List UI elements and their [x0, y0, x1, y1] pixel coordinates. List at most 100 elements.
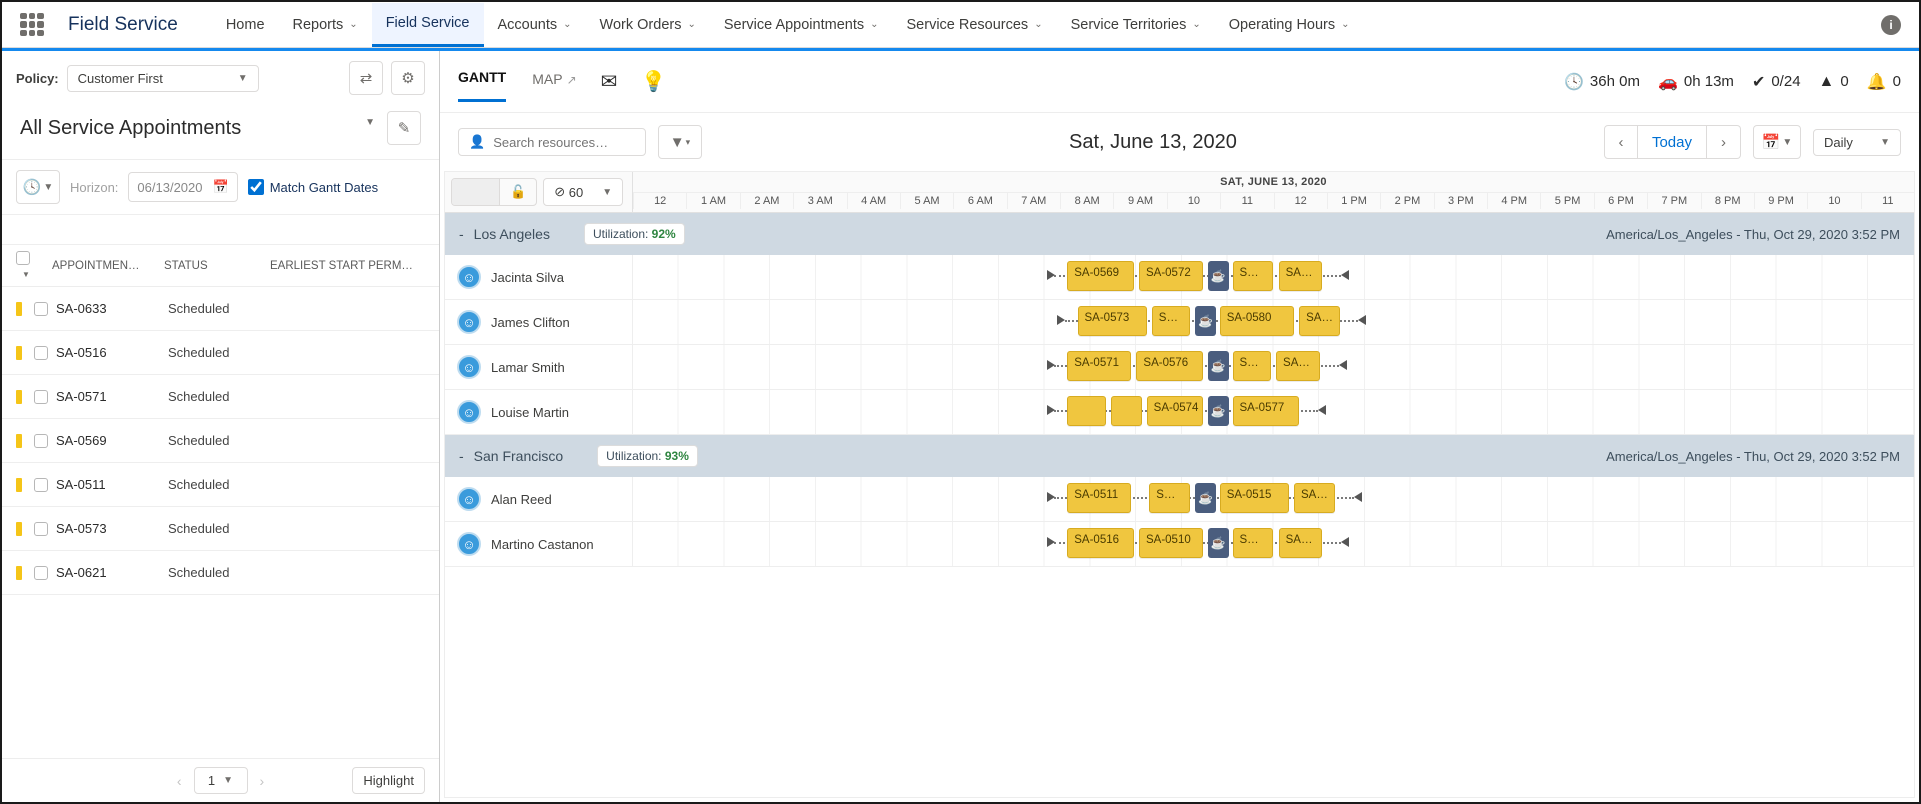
- appointment-block[interactable]: SA-0576: [1136, 351, 1203, 381]
- avatar[interactable]: ☺: [457, 265, 481, 289]
- nav-service-territories[interactable]: Service Territories⌄: [1057, 3, 1215, 47]
- resource-name[interactable]: Martino Castanon: [491, 537, 594, 552]
- col-appointment[interactable]: APPOINTMEN…: [52, 260, 156, 272]
- appointment-block[interactable]: SA…: [1276, 351, 1320, 381]
- nav-service-resources[interactable]: Service Resources⌄: [893, 3, 1057, 47]
- collapse-icon[interactable]: -: [459, 448, 464, 464]
- row-checkbox[interactable]: [34, 346, 48, 360]
- horizon-date-input[interactable]: 06/13/2020 📅: [128, 172, 237, 202]
- appointment-block[interactable]: SA…: [1279, 528, 1323, 558]
- appointment-block[interactable]: SA…: [1294, 483, 1335, 513]
- gear-icon[interactable]: ⚙: [391, 61, 425, 95]
- gantt-lane[interactable]: SA-0573S…SA-0580SA…: [633, 300, 1914, 344]
- table-row[interactable]: SA-0573 Scheduled: [2, 507, 439, 551]
- scale-select[interactable]: Daily▼: [1813, 129, 1901, 156]
- break-block[interactable]: [1208, 261, 1228, 291]
- avatar[interactable]: ☺: [457, 400, 481, 424]
- appointment-block[interactable]: SA…: [1279, 261, 1323, 291]
- date-next[interactable]: ›: [1707, 125, 1741, 159]
- appointment-block[interactable]: S…: [1233, 261, 1274, 291]
- table-row[interactable]: SA-0621 Scheduled: [2, 551, 439, 595]
- appointment-block[interactable]: SA-0577: [1233, 396, 1300, 426]
- gantt-lane[interactable]: SA-0574 SA-0577: [633, 390, 1914, 434]
- appointment-block[interactable]: SA-0511: [1067, 483, 1131, 513]
- avatar[interactable]: ☺: [457, 355, 481, 379]
- appointment-block[interactable]: SA-0574: [1147, 396, 1203, 426]
- row-checkbox[interactable]: [34, 478, 48, 492]
- appointment-block[interactable]: SA-0516: [1067, 528, 1134, 558]
- row-checkbox[interactable]: [34, 302, 48, 316]
- nav-work-orders[interactable]: Work Orders⌄: [586, 3, 710, 47]
- nav-field-service[interactable]: Field Service: [372, 3, 484, 47]
- avatar[interactable]: ☺: [457, 310, 481, 334]
- select-all-checkbox[interactable]: [16, 251, 30, 265]
- nav-reports[interactable]: Reports⌄: [279, 3, 372, 47]
- info-icon[interactable]: i: [1881, 15, 1901, 35]
- avatar[interactable]: ☺: [457, 532, 481, 556]
- match-gantt-checkbox[interactable]: Match Gantt Dates: [248, 179, 378, 195]
- appointment-block[interactable]: SA-0569: [1067, 261, 1134, 291]
- appointment-block[interactable]: [1067, 396, 1105, 426]
- tab-map[interactable]: MAP↗: [532, 63, 576, 101]
- appointment-block[interactable]: S…: [1233, 351, 1271, 381]
- table-row[interactable]: SA-0633 Scheduled: [2, 287, 439, 331]
- today-button[interactable]: Today: [1638, 125, 1707, 159]
- search-resources-input[interactable]: 👤 Search resources…: [458, 128, 646, 156]
- break-block[interactable]: [1208, 396, 1228, 426]
- row-checkbox[interactable]: [34, 434, 48, 448]
- calendar-button[interactable]: 📅 ▼: [1753, 125, 1801, 159]
- listview-chevron-icon[interactable]: ▼: [359, 111, 381, 145]
- table-row[interactable]: SA-0511 Scheduled: [2, 463, 439, 507]
- time-menu[interactable]: 🕓 ▼: [16, 170, 60, 204]
- filter-button[interactable]: ▼▾: [658, 125, 702, 159]
- resource-name[interactable]: Alan Reed: [491, 492, 552, 507]
- col-status[interactable]: STATUS: [164, 260, 262, 272]
- policy-select[interactable]: Customer First ▼: [67, 65, 259, 92]
- resource-name[interactable]: James Clifton: [491, 315, 570, 330]
- resource-name[interactable]: Jacinta Silva: [491, 270, 564, 285]
- bulb-icon[interactable]: 💡: [641, 69, 666, 94]
- appointment-block[interactable]: SA-0515: [1220, 483, 1289, 513]
- territory-header[interactable]: - Los Angeles Utilization: 92% America/L…: [445, 213, 1914, 255]
- break-block[interactable]: [1195, 306, 1215, 336]
- nav-service-appointments[interactable]: Service Appointments⌄: [710, 3, 893, 47]
- appointment-block[interactable]: S…: [1152, 306, 1190, 336]
- gantt-lane[interactable]: SA-0511 S… SA-0515SA…: [633, 477, 1914, 521]
- date-prev[interactable]: ‹: [1604, 125, 1638, 159]
- snap-select[interactable]: ⊘ 60▼: [543, 178, 623, 206]
- gantt-lane[interactable]: SA-0571SA-0576S…SA…: [633, 345, 1914, 389]
- envelope-icon[interactable]: ✉: [601, 69, 618, 94]
- tab-gantt[interactable]: GANTT: [458, 61, 506, 102]
- appointment-block[interactable]: S…: [1233, 528, 1274, 558]
- nav-home[interactable]: Home: [212, 3, 279, 47]
- nav-operating-hours[interactable]: Operating Hours⌄: [1215, 3, 1364, 47]
- appointment-block[interactable]: SA-0572: [1139, 261, 1203, 291]
- resource-name[interactable]: Louise Martin: [491, 405, 569, 420]
- gantt-lane[interactable]: SA-0569SA-0572 S…SA…: [633, 255, 1914, 299]
- row-checkbox[interactable]: [34, 390, 48, 404]
- appointment-block[interactable]: SA…: [1299, 306, 1340, 336]
- break-block[interactable]: [1208, 351, 1228, 381]
- break-block[interactable]: [1195, 483, 1215, 513]
- avatar[interactable]: ☺: [457, 487, 481, 511]
- appointment-block[interactable]: S…: [1149, 483, 1190, 513]
- page-select[interactable]: 1▼: [194, 767, 248, 794]
- col-earliest[interactable]: EARLIEST START PERM…: [270, 260, 425, 272]
- gantt-lane[interactable]: SA-0516SA-0510 S…SA…: [633, 522, 1914, 566]
- row-checkbox[interactable]: [34, 566, 48, 580]
- appointment-block[interactable]: SA-0580: [1220, 306, 1294, 336]
- edit-icon[interactable]: ✎: [387, 111, 421, 145]
- break-block[interactable]: [1208, 528, 1228, 558]
- table-row[interactable]: SA-0571 Scheduled: [2, 375, 439, 419]
- nav-accounts[interactable]: Accounts⌄: [484, 3, 586, 47]
- appointment-block[interactable]: [1111, 396, 1142, 426]
- resource-name[interactable]: Lamar Smith: [491, 360, 565, 375]
- table-row[interactable]: SA-0516 Scheduled: [2, 331, 439, 375]
- appointment-block[interactable]: SA-0510: [1139, 528, 1203, 558]
- territory-header[interactable]: - San Francisco Utilization: 93% America…: [445, 435, 1914, 477]
- page-prev[interactable]: ‹: [177, 773, 182, 789]
- highlight-button[interactable]: Highlight: [352, 767, 425, 794]
- swap-icon[interactable]: ⇄: [349, 61, 383, 95]
- lock-toggle[interactable]: 🔓: [451, 178, 537, 206]
- table-row[interactable]: SA-0569 Scheduled: [2, 419, 439, 463]
